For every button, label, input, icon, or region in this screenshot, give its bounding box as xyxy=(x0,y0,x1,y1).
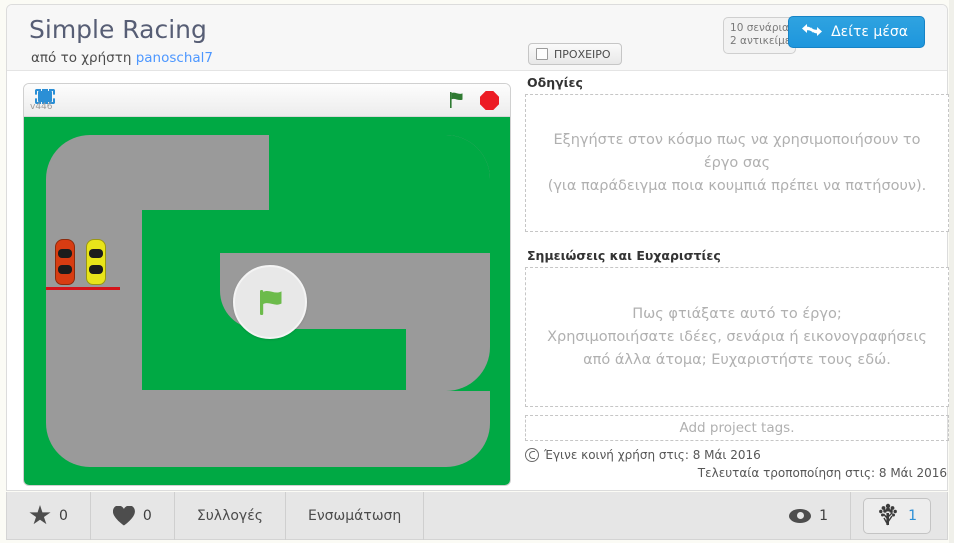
see-inside-button[interactable]: Δείτε μέσα xyxy=(788,16,925,48)
notes-input[interactable]: Πως φτιάξατε αυτό το έργο; Χρησιμοποιήσα… xyxy=(525,267,949,407)
green-flag-icon xyxy=(260,290,282,315)
shared-date: Έγινε κοινή χρήση στις: 8 Μάι 2016 xyxy=(525,448,949,462)
page-scrollbar[interactable] xyxy=(949,0,954,543)
notes-title: Σημειώσεις και Ευχαριστίες xyxy=(527,248,721,263)
favorites-count: 0 xyxy=(59,507,68,524)
stats-sprites: 2 αντικείμενα xyxy=(730,35,804,47)
start-line xyxy=(46,287,120,290)
project-tags-input[interactable]: Add project tags. xyxy=(525,415,949,441)
modified-date-label: Τελευταία τροποποίηση στις: 8 Μάι 2016 xyxy=(697,466,947,480)
tree-icon xyxy=(877,502,899,530)
embed-label: Ενσωμάτωση xyxy=(308,507,402,524)
project-header: Simple Racing από το χρήστη panoschal7 1… xyxy=(7,5,947,71)
project-details: Οδηγίες Εξηγήστε στον κόσμο πως να χρησι… xyxy=(525,75,949,487)
page-title: Simple Racing xyxy=(29,15,207,44)
loves-count: 0 xyxy=(142,507,152,524)
modified-date: Τελευταία τροποποίηση στις: 8 Μάι 2016 xyxy=(525,466,949,480)
stage-green-flag-overlay[interactable] xyxy=(233,265,307,339)
footer-divider xyxy=(850,491,852,540)
instructions-title: Οδηγίες xyxy=(527,75,583,90)
project-page: Simple Racing από το χρήστη panoschal7 1… xyxy=(0,0,954,543)
project-footer: 0 0 Συλλογές Ενσωμάτωση 1 1 xyxy=(6,491,948,540)
star-icon xyxy=(29,505,51,525)
embed-button[interactable]: Ενσωμάτωση xyxy=(286,491,425,540)
draft-label: ΠΡΟΧΕΙΡΟ xyxy=(554,47,611,61)
draft-badge[interactable]: ΠΡΟΧΕΙΡΟ xyxy=(528,43,622,65)
shared-date-label: Έγινε κοινή χρήση στις: 8 Μάι 2016 xyxy=(544,448,761,462)
instructions-placeholder-1: Εξηγήστε στον κόσμο πως να χρησιμοποιήσο… xyxy=(553,131,921,171)
views-counter: 1 xyxy=(767,492,850,540)
project-stage[interactable] xyxy=(24,117,510,485)
checkbox-icon xyxy=(536,48,548,60)
player-version-label: v446 xyxy=(30,102,53,112)
notes-placeholder-1: Πως φτιάξατε αυτό το έργο; xyxy=(632,305,842,322)
tags-placeholder: Add project tags. xyxy=(679,420,795,436)
car-sprite-yellow[interactable] xyxy=(86,239,106,285)
eye-icon xyxy=(789,508,812,523)
author-link[interactable]: panoschal7 xyxy=(136,50,213,66)
studios-button[interactable]: Συλλογές xyxy=(175,491,286,540)
love-button[interactable]: 0 xyxy=(91,491,175,540)
instructions-placeholder-2: (για παράδειγμα ποια κουμπιά πρέπει να π… xyxy=(547,177,927,194)
views-count: 1 xyxy=(819,507,829,524)
project-stats-badge: 10 σενάρια 2 αντικείμενα xyxy=(723,17,804,54)
player-toolbar: v446 xyxy=(24,84,510,117)
studios-label: Συλλογές xyxy=(196,507,263,524)
remix-tree-button[interactable]: 1 xyxy=(863,497,931,534)
project-byline: από το χρήστη panoschal7 xyxy=(31,50,213,66)
green-flag-icon[interactable] xyxy=(448,91,466,109)
stats-scripts: 10 σενάρια xyxy=(730,22,789,34)
project-card: Simple Racing από το χρήστη panoschal7 1… xyxy=(6,4,949,491)
heart-icon xyxy=(113,506,135,526)
car-sprite-orange[interactable] xyxy=(55,239,75,285)
notes-placeholder-3: από άλλα άτομα; Ευχαριστήστε τους εδώ. xyxy=(583,351,891,368)
byline-prefix: από το χρήστη xyxy=(31,50,132,66)
instructions-input[interactable]: Εξηγήστε στον κόσμο πως να χρησιμοποιήσο… xyxy=(525,94,949,232)
project-player: v446 xyxy=(23,83,511,486)
see-inside-icon xyxy=(801,22,823,42)
notes-placeholder-2: Χρησιμοποιήσατε ιδέες, σενάρια ή εικονογ… xyxy=(547,328,927,345)
see-inside-label: Δείτε μέσα xyxy=(831,24,908,40)
remix-count: 1 xyxy=(908,507,917,524)
favorite-button[interactable]: 0 xyxy=(7,491,91,540)
stop-sign-icon[interactable] xyxy=(480,91,499,110)
remix-icon xyxy=(525,448,539,462)
